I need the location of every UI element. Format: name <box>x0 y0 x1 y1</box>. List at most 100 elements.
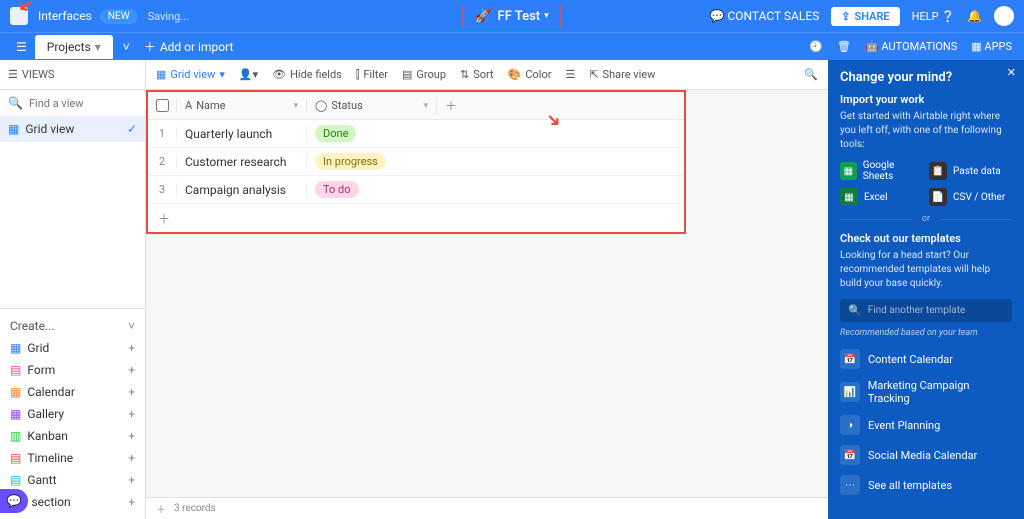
cell-name[interactable]: Quarterly launch <box>176 127 306 141</box>
import-csv[interactable]: 📄CSV / Other <box>929 188 1012 206</box>
add-import-button[interactable]: ＋Add or import <box>134 34 244 59</box>
left-panel: ☰VIEWS 🔍 ⚙ ▦ Grid view ✓ Create...˅ ▦Gri… <box>0 60 146 519</box>
row-number: 2 <box>148 155 176 168</box>
or-divider: or <box>840 214 1012 224</box>
rocket-icon: 🚀 <box>475 9 491 24</box>
color-icon: 🎨 <box>508 68 522 81</box>
base-title[interactable]: 🚀 FF Test ▾ <box>462 5 561 28</box>
cell-status[interactable]: Done <box>306 125 436 142</box>
records-count: 3 records <box>174 503 216 514</box>
cell-name[interactable]: Campaign analysis <box>176 183 306 197</box>
template-content-calendar[interactable]: 📅Content Calendar <box>840 344 1012 374</box>
create-calendar[interactable]: ▦Calendar+ <box>0 381 145 403</box>
base-title-text: FF Test <box>498 9 541 24</box>
plus-icon: + <box>128 429 135 443</box>
calendar-icon: 📅 <box>840 349 860 369</box>
calendar-icon: 📅 <box>840 445 860 465</box>
views-toggle[interactable]: ☰VIEWS <box>8 68 54 81</box>
create-kanban[interactable]: ▥Kanban+ <box>0 425 145 447</box>
import-title: Import your work <box>840 93 1012 106</box>
menu-icon[interactable]: ☰ <box>8 36 35 58</box>
grid-icon: ▦ <box>8 122 19 136</box>
plus-icon: + <box>128 341 135 355</box>
row-height-button[interactable]: ☰ <box>565 68 575 81</box>
add-row-button[interactable]: ＋ <box>148 204 684 232</box>
grid-icon: ▦ <box>156 68 166 81</box>
import-excel[interactable]: ▦Excel <box>840 188 923 206</box>
history-icon[interactable]: 🕘 <box>809 40 823 53</box>
apps-link[interactable]: ▦ APPS <box>971 40 1012 53</box>
template-search-input[interactable] <box>868 305 1004 316</box>
caret-down-icon[interactable]: ▾ <box>95 40 101 54</box>
template-marketing[interactable]: 📊Marketing Campaign Tracking <box>840 374 1012 410</box>
help-link[interactable]: HELP ❔ <box>912 10 955 23</box>
cell-name[interactable]: Customer research <box>176 155 306 169</box>
import-paste[interactable]: 📋Paste data <box>929 160 1012 182</box>
paste-icon: 📋 <box>929 162 947 180</box>
bottom-bar: ＋ 3 records <box>146 497 828 519</box>
create-timeline[interactable]: ▤Timeline+ <box>0 447 145 469</box>
tab-projects[interactable]: Projects▾ <box>35 35 113 59</box>
template-search[interactable]: 🔍 <box>840 299 1012 322</box>
right-panel: ✕ Change your mind? Import your work Get… <box>828 60 1024 519</box>
create-header[interactable]: Create...˅ <box>0 315 145 337</box>
status-badge: Done <box>315 125 356 142</box>
grid-icon: ▦ <box>10 341 21 355</box>
plus-icon: + <box>128 495 135 509</box>
recommended-label: Recommended based on your team <box>840 328 1012 338</box>
hamburger-icon: ☰ <box>8 68 18 81</box>
avatar[interactable] <box>994 6 1014 26</box>
create-grid[interactable]: ▦Grid+ <box>0 337 145 359</box>
chat-icon[interactable]: 💬 <box>0 489 28 513</box>
share-button[interactable]: ⇪SHARE <box>831 7 899 26</box>
search-icon[interactable]: 🔍 <box>804 68 818 81</box>
create-gantt[interactable]: ▤Gantt+ <box>0 469 145 491</box>
create-form[interactable]: ▤Form+ <box>0 359 145 381</box>
kanban-icon: ▥ <box>10 429 21 443</box>
sort-button[interactable]: ⇅Sort <box>460 68 494 81</box>
cell-status[interactable]: To do <box>306 181 436 198</box>
caret-down-icon: ▾ <box>219 68 225 81</box>
create-gallery[interactable]: ▦Gallery+ <box>0 403 145 425</box>
template-social[interactable]: 📅Social Media Calendar <box>840 440 1012 470</box>
share-icon: ⇪ <box>841 10 850 23</box>
import-text: Get started with Airtable right where yo… <box>840 110 1012 152</box>
users-icon[interactable]: 👤▾ <box>239 68 258 81</box>
bell-icon[interactable]: 🔔 <box>967 9 982 23</box>
sidebar-view-grid[interactable]: ▦ Grid view ✓ <box>0 116 145 142</box>
search-icon: 🔍 <box>8 96 23 110</box>
template-event[interactable]: ◑Event Planning <box>840 410 1012 440</box>
filter-button[interactable]: ⫿Filter <box>356 68 388 82</box>
toolbar-gridview[interactable]: ▦Grid view ▾ <box>156 68 225 81</box>
trash-icon[interactable]: 🗑 <box>837 40 851 53</box>
plus-icon: + <box>128 473 135 487</box>
saving-status: Saving... <box>148 10 189 23</box>
color-button[interactable]: 🎨Color <box>508 68 552 81</box>
tab-caret-icon[interactable]: ˅ <box>119 40 134 54</box>
caret-down-icon: ▾ <box>293 101 298 111</box>
gantt-icon: ▤ <box>10 473 21 487</box>
sort-icon: ⇅ <box>460 68 469 81</box>
automations-link[interactable]: 🤖 AUTOMATIONS <box>865 40 957 53</box>
timeline-icon: ▤ <box>10 451 21 465</box>
select-all-checkbox[interactable] <box>156 99 169 112</box>
column-header-name[interactable]: AName▾ <box>176 99 306 112</box>
share-view-button[interactable]: ⇱Share view <box>589 68 655 81</box>
table-row[interactable]: 1Quarterly launchDone <box>148 120 684 148</box>
plus-icon: + <box>128 385 135 399</box>
table-row[interactable]: 2Customer researchIn progress <box>148 148 684 176</box>
see-all-templates[interactable]: ⋯See all templates <box>840 470 1012 500</box>
top-bar: ➜ Interfaces NEW Saving... 🚀 FF Test ▾ 💬… <box>0 0 1024 32</box>
group-button[interactable]: ▤Group <box>402 68 446 81</box>
column-header-status[interactable]: ◯Status▾ <box>306 99 436 112</box>
hide-fields-button[interactable]: 👁Hide fields <box>272 68 342 81</box>
eye-off-icon: 👁 <box>272 68 286 81</box>
import-sheets[interactable]: ▦Google Sheets <box>840 160 923 182</box>
table-row[interactable]: 3Campaign analysisTo do <box>148 176 684 204</box>
form-icon: ▤ <box>10 363 21 377</box>
contact-sales-link[interactable]: 💬 CONTACT SALES <box>710 9 820 23</box>
close-icon[interactable]: ✕ <box>1007 66 1016 79</box>
interfaces-link[interactable]: Interfaces <box>38 9 92 23</box>
add-record-button[interactable]: ＋ <box>156 501 166 516</box>
cell-status[interactable]: In progress <box>306 153 436 170</box>
